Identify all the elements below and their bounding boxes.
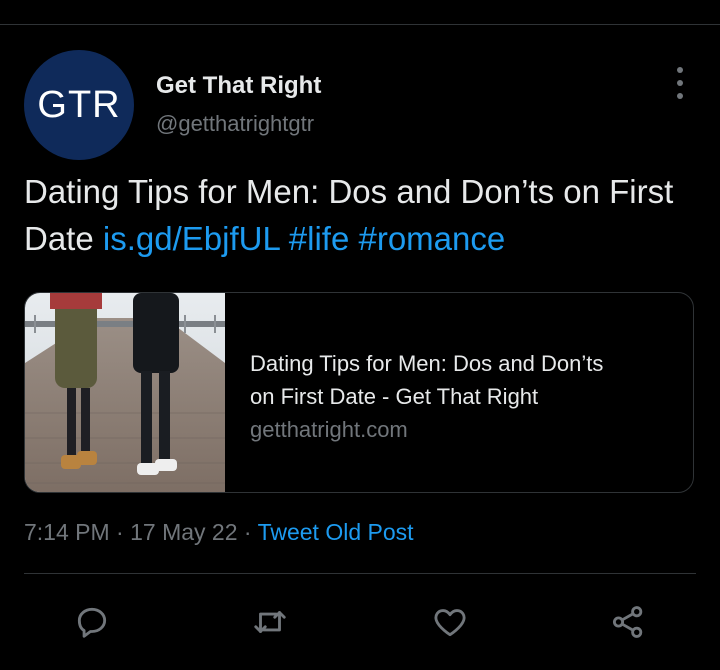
reply-button[interactable] <box>70 600 114 644</box>
share-button[interactable] <box>606 600 650 644</box>
reply-icon <box>77 607 107 638</box>
tweet-time[interactable]: 7:14 PM <box>24 519 110 545</box>
card-image <box>25 293 225 492</box>
heart-icon <box>434 609 466 637</box>
tweet-text: Dating Tips for Men: Dos and Don’ts on F… <box>24 168 704 262</box>
hashtag-romance[interactable]: #romance <box>358 220 505 257</box>
top-divider <box>0 24 720 25</box>
tweet-link[interactable]: is.gd/EbjfUL <box>103 220 280 257</box>
meta-separator: · <box>116 519 124 545</box>
tweet-meta: 7:14 PM · 17 May 22 · Tweet Old Post <box>24 519 414 546</box>
card-body: Dating Tips for Men: Dos and Don’ts on F… <box>250 347 680 446</box>
retweet-icon <box>254 611 286 633</box>
link-preview-card[interactable]: Dating Tips for Men: Dos and Don’ts on F… <box>24 292 694 493</box>
card-title-line1: Dating Tips for Men: Dos and Don’ts <box>250 351 604 376</box>
more-options-icon[interactable] <box>668 67 692 99</box>
retweet-button[interactable] <box>248 600 292 644</box>
card-domain: getthatright.com <box>250 417 408 442</box>
actions-divider <box>24 573 696 574</box>
hashtag-life[interactable]: #life <box>289 220 350 257</box>
avatar[interactable]: GTR <box>24 50 134 160</box>
card-title-line2: on First Date - Get That Right <box>250 384 539 409</box>
avatar-text: GTR <box>37 83 121 126</box>
user-handle[interactable]: @getthatrightgtr <box>156 111 314 137</box>
meta-separator: · <box>243 519 252 545</box>
share-icon <box>612 606 643 638</box>
display-name[interactable]: Get That Right <box>156 72 321 100</box>
like-button[interactable] <box>428 600 472 644</box>
tweet-date[interactable]: 17 May 22 <box>130 519 237 545</box>
tweet-source[interactable]: Tweet Old Post <box>258 519 414 545</box>
